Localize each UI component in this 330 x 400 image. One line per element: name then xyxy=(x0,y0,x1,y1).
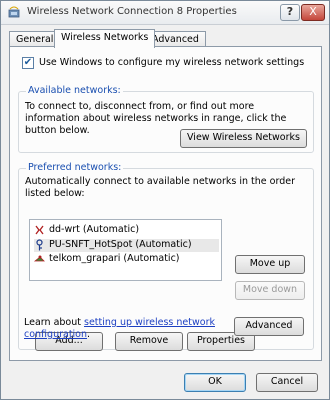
use-windows-checkbox[interactable]: ✔ xyxy=(22,57,34,69)
network-name: PU-SNFT_HotSpot (Automatic) xyxy=(49,239,192,250)
tab-wireless-networks[interactable]: Wireless Networks xyxy=(54,29,156,48)
preferred-networks-list[interactable]: dd-wrt (Automatic) PU-SNFT_HotSpot (Auto… xyxy=(29,219,222,281)
network-connection-icon xyxy=(8,6,20,18)
available-networks-label: Available networks: xyxy=(26,85,123,96)
learn-suffix: . xyxy=(87,329,91,340)
preferred-networks-label: Preferred networks: xyxy=(26,162,124,173)
move-down-button[interactable]: Move down xyxy=(235,281,305,300)
title-bar[interactable]: Wireless Network Connection 8 Properties… xyxy=(1,1,329,25)
cancel-button[interactable]: Cancel xyxy=(256,373,318,392)
ok-button[interactable]: OK xyxy=(184,373,246,392)
preferred-networks-description: Automatically connect to available netwo… xyxy=(25,176,295,199)
dialog-button-bar: OK Cancel xyxy=(1,363,329,399)
learn-prefix: Learn about xyxy=(24,317,85,328)
window-title: Wireless Network Connection 8 Properties xyxy=(27,6,237,17)
wireless-network-icon xyxy=(35,225,44,235)
wireless-network-icon xyxy=(34,255,45,262)
network-name: telkom_grapari (Automatic) xyxy=(49,253,180,264)
list-item[interactable]: PU-SNFT_HotSpot (Automatic) xyxy=(34,239,219,252)
use-windows-label: Use Windows to configure my wireless net… xyxy=(39,57,305,68)
learn-link-line-2[interactable]: configuration xyxy=(24,329,87,340)
learn-link-line-1[interactable]: setting up wireless network xyxy=(84,317,215,328)
network-key-icon xyxy=(36,239,43,251)
properties-dialog: Wireless Network Connection 8 Properties… xyxy=(0,0,330,400)
tab-panel: ✔ Use Windows to configure my wireless n… xyxy=(9,46,322,361)
tab-general[interactable]: General xyxy=(9,31,61,47)
advanced-button[interactable]: Advanced xyxy=(234,317,304,336)
learn-more-text: Learn about setting up wireless network … xyxy=(24,317,224,341)
move-up-button[interactable]: Move up xyxy=(235,255,305,274)
available-networks-group: Available networks: To connect to, disco… xyxy=(18,85,314,153)
view-wireless-networks-button[interactable]: View Wireless Networks xyxy=(180,129,307,148)
close-button[interactable]: X xyxy=(301,4,325,21)
help-button[interactable]: ? xyxy=(280,4,300,21)
network-name: dd-wrt (Automatic) xyxy=(49,224,140,235)
